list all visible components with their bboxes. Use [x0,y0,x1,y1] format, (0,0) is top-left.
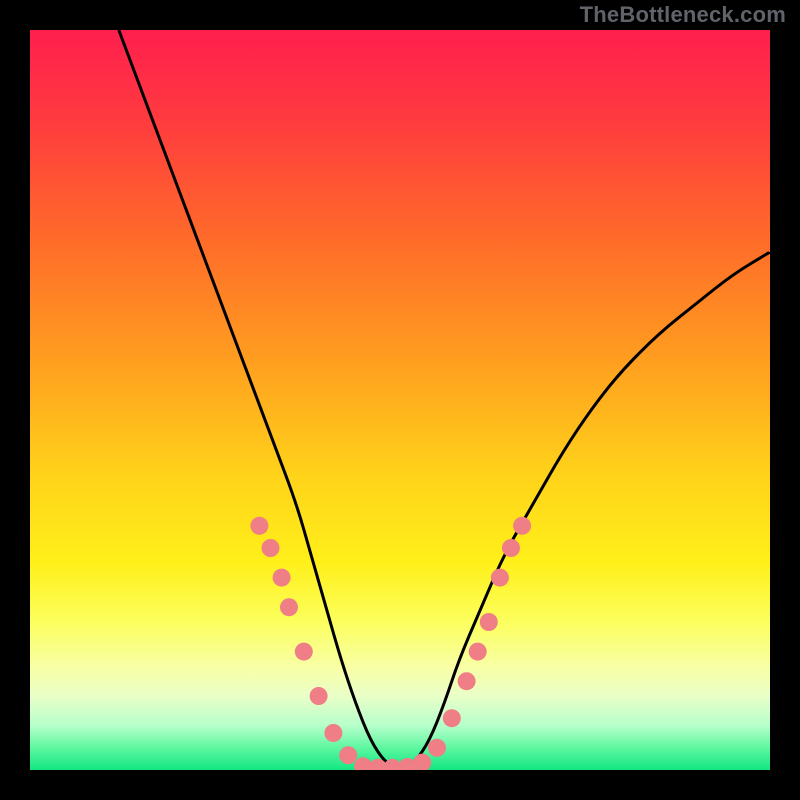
highlight-dot [324,724,342,742]
watermark-text: TheBottleneck.com [580,2,786,28]
highlight-dot [413,754,431,770]
highlight-dot [280,598,298,616]
highlight-dot [502,539,520,557]
dots-layer [30,30,770,770]
highlight-dot [273,569,291,587]
highlight-dot [443,709,461,727]
highlight-dot [513,517,531,535]
highlight-dot [469,643,487,661]
highlight-dot [262,539,280,557]
highlight-dot [480,613,498,631]
highlight-dot [295,643,313,661]
highlight-dot [250,517,268,535]
chart-stage: TheBottleneck.com [0,0,800,800]
highlight-dot [458,672,476,690]
plot-area [30,30,770,770]
highlight-dot [428,739,446,757]
highlight-dot [310,687,328,705]
highlight-dot [339,746,357,764]
highlight-dot [491,569,509,587]
